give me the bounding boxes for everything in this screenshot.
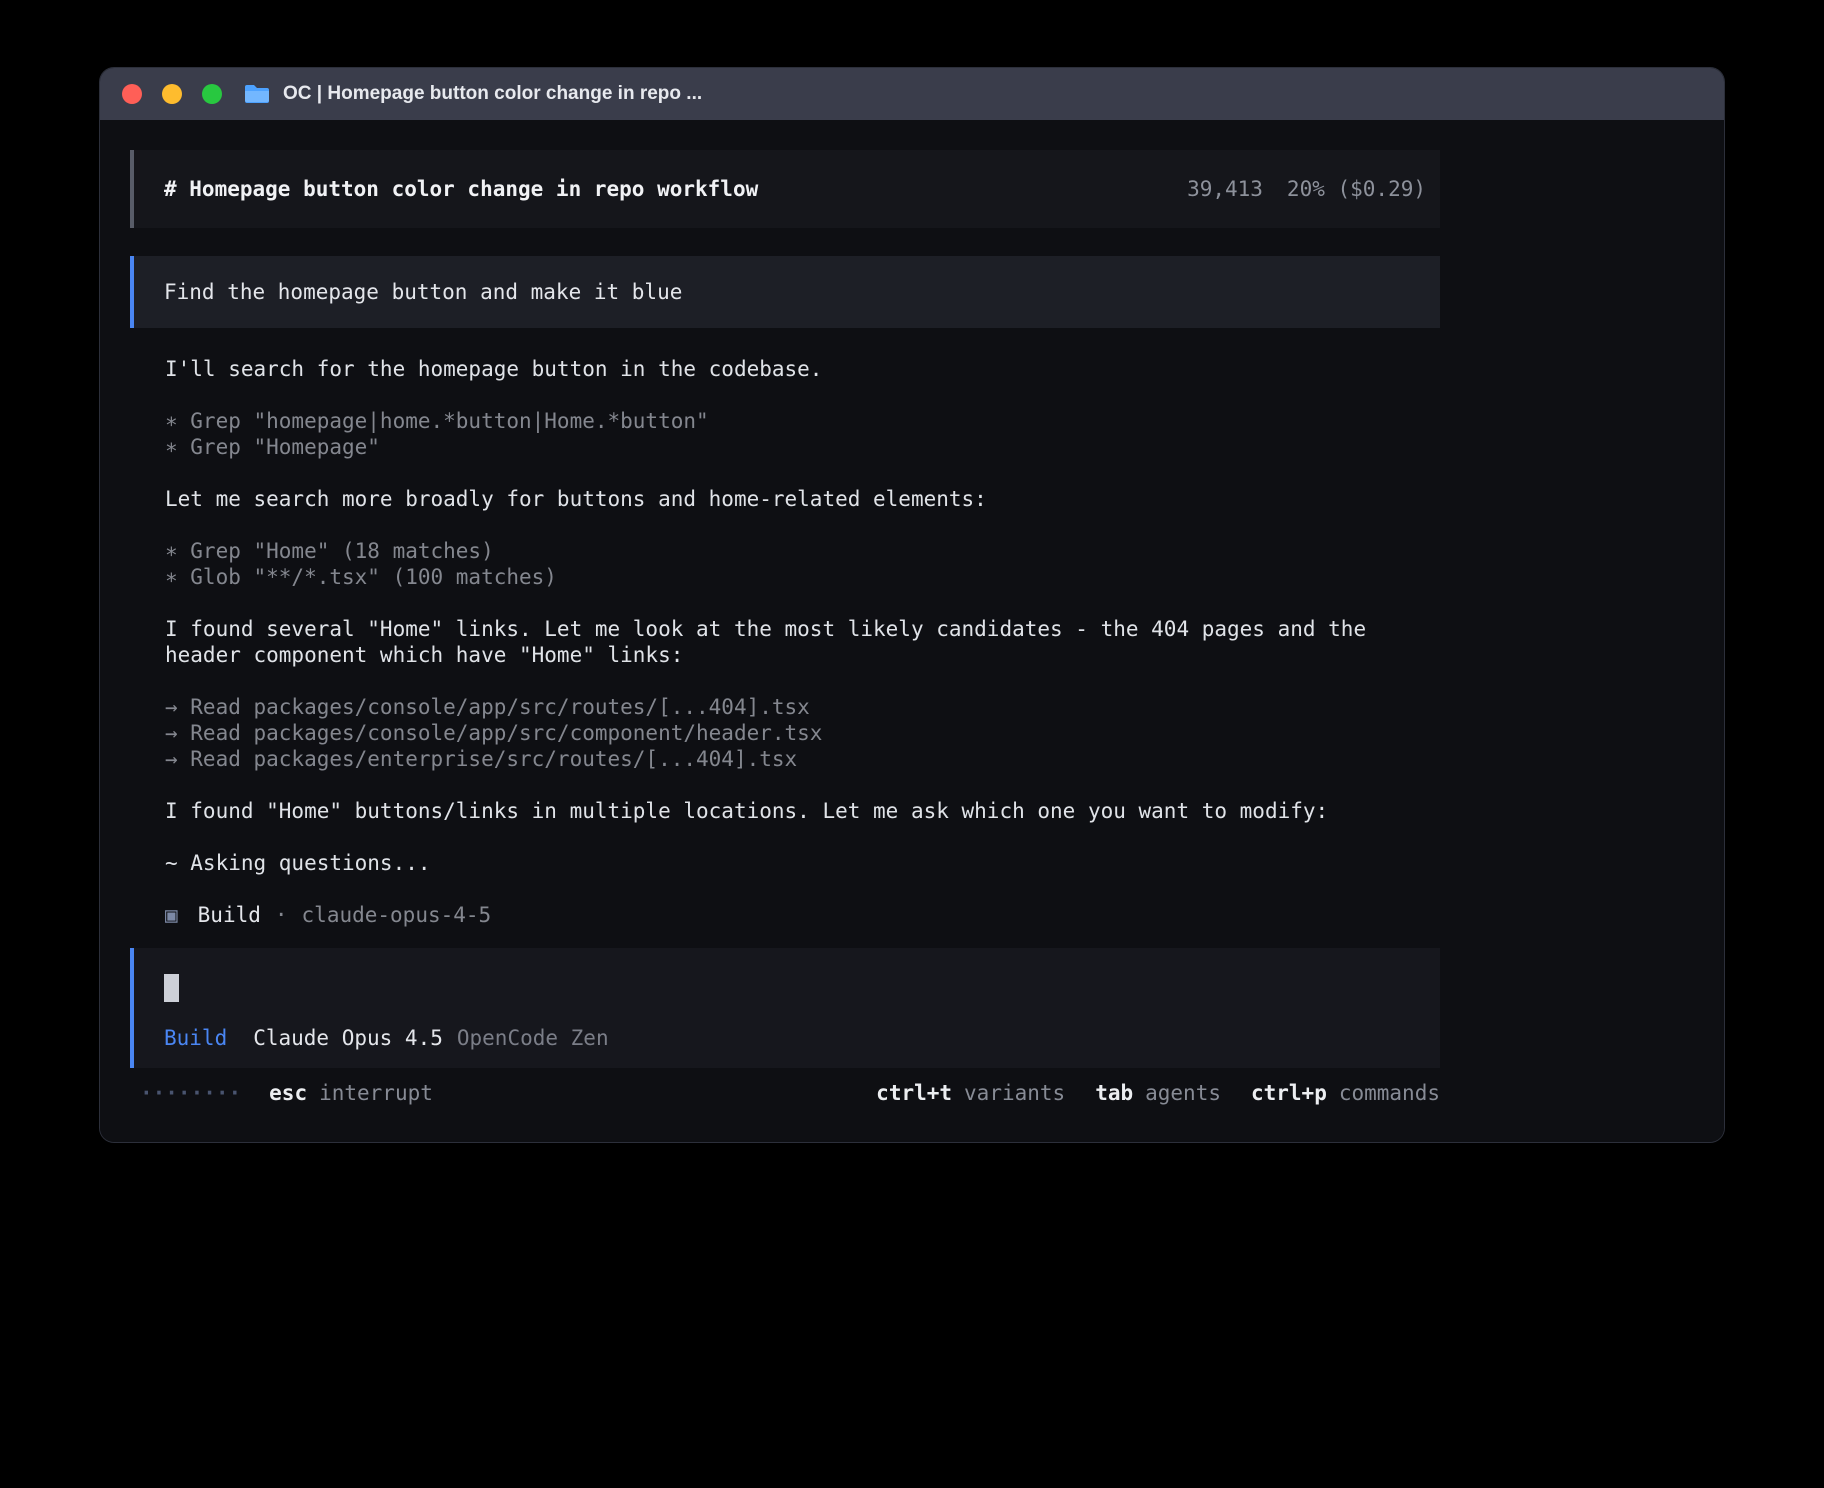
assistant-message: I'll search for the homepage button in t… <box>165 356 1440 382</box>
tool-call-grep: ∗ Grep "homepage|home.*button|Home.*butt… <box>165 408 1440 434</box>
window-titlebar[interactable]: OC | Homepage button color change in rep… <box>100 68 1724 120</box>
text-cursor <box>164 974 179 1002</box>
model-id: claude-opus-4-5 <box>302 902 492 928</box>
status-bar-left: ········ esc interrupt <box>130 1080 433 1106</box>
esc-key-hint: esc <box>269 1080 307 1106</box>
user-message: Find the homepage button and make it blu… <box>130 256 1440 328</box>
assistant-text: I found several "Home" links. Let me loo… <box>165 616 1440 642</box>
shortcut-variants: ctrl+t variants <box>876 1080 1065 1106</box>
assistant-text: Let me search more broadly for buttons a… <box>165 486 1440 512</box>
tool-call-group: ∗ Grep "homepage|home.*button|Home.*butt… <box>165 408 1440 460</box>
agent-build-icon: ▣ <box>165 902 178 928</box>
status-bar-right: ctrl+t variants tab agents ctrl+p comman… <box>876 1080 1440 1106</box>
shortcut-agents: tab agents <box>1095 1080 1221 1106</box>
tool-call-read: → Read packages/console/app/src/routes/[… <box>165 694 1440 720</box>
window-title: OC | Homepage button color change in rep… <box>283 83 702 105</box>
assistant-text: header component which have "Home" links… <box>165 642 1440 668</box>
assistant-message: Let me search more broadly for buttons a… <box>165 486 1440 512</box>
provider-label: OpenCode Zen <box>457 1025 609 1051</box>
prompt-input[interactable]: Build Claude Opus 4.5 OpenCode Zen <box>130 948 1440 1068</box>
zoom-window-button[interactable] <box>202 84 222 104</box>
separator-dot: · <box>275 902 288 928</box>
assistant-message: ~ Asking questions... <box>165 850 1440 876</box>
shortcut-commands: ctrl+p commands <box>1251 1080 1440 1106</box>
shortcut-key: ctrl+p <box>1251 1080 1327 1106</box>
close-window-button[interactable] <box>122 84 142 104</box>
shortcut-key: ctrl+t <box>876 1080 952 1106</box>
agent-name: Build <box>198 902 261 928</box>
tool-call-grep: ∗ Grep "Homepage" <box>165 434 1440 460</box>
shortcut-key: tab <box>1095 1080 1133 1106</box>
agent-status-line: ▣ Build · claude-opus-4-5 <box>165 902 1440 928</box>
tool-call-read: → Read packages/enterprise/src/routes/[.… <box>165 746 1440 772</box>
assistant-message: I found "Home" buttons/links in multiple… <box>165 798 1440 824</box>
folder-icon <box>244 83 270 105</box>
status-bar: ········ esc interrupt ctrl+t variants t… <box>130 1080 1440 1106</box>
model-label: Claude Opus 4.5 <box>253 1025 443 1051</box>
session-title: # Homepage button color change in repo w… <box>164 176 758 202</box>
tool-call-glob: ∗ Glob "**/*.tsx" (100 matches) <box>165 564 1440 590</box>
assistant-message: I found several "Home" links. Let me loo… <box>165 616 1440 668</box>
tool-call-group: → Read packages/console/app/src/routes/[… <box>165 694 1440 772</box>
window-title-group: OC | Homepage button color change in rep… <box>244 83 702 105</box>
shortcut-label: commands <box>1339 1080 1440 1106</box>
terminal-window: OC | Homepage button color change in rep… <box>100 68 1724 1142</box>
assistant-text: I found "Home" buttons/links in multiple… <box>165 798 1440 824</box>
terminal-content: # Homepage button color change in repo w… <box>100 150 1724 1142</box>
session-header: # Homepage button color change in repo w… <box>130 150 1440 228</box>
session-stats: 39,413 20% ($0.29) <box>1187 176 1426 202</box>
traffic-lights <box>122 84 222 104</box>
context-usage-cost: 20% ($0.29) <box>1287 176 1426 202</box>
minimize-window-button[interactable] <box>162 84 182 104</box>
agent-mode-label: Build <box>164 1025 227 1051</box>
tool-call-grep: ∗ Grep "Home" (18 matches) <box>165 538 1440 564</box>
conversation: I'll search for the homepage button in t… <box>130 328 1440 928</box>
shortcut-label: variants <box>964 1080 1065 1106</box>
token-count: 39,413 <box>1187 176 1263 202</box>
assistant-text: ~ Asking questions... <box>165 850 1440 876</box>
spinner-dots-icon: ········ <box>140 1080 241 1106</box>
assistant-text: I'll search for the homepage button in t… <box>165 356 1440 382</box>
input-meta-row: Build Claude Opus 4.5 OpenCode Zen <box>164 1025 1440 1051</box>
tool-call-group: ∗ Grep "Home" (18 matches) ∗ Glob "**/*.… <box>165 538 1440 590</box>
user-message-text: Find the homepage button and make it blu… <box>164 279 682 305</box>
shortcut-label: agents <box>1145 1080 1221 1106</box>
esc-key-label: interrupt <box>319 1080 433 1106</box>
tool-call-read: → Read packages/console/app/src/componen… <box>165 720 1440 746</box>
